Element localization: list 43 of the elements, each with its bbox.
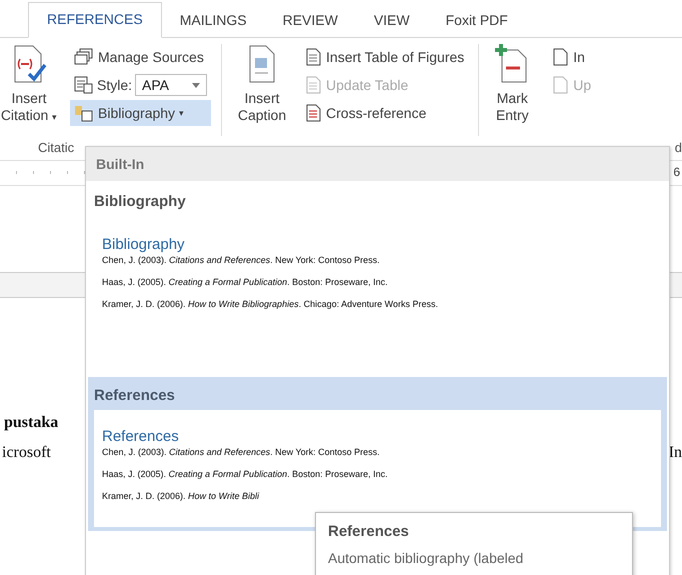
group-label: d: [674, 140, 682, 157]
ribbon-tab[interactable]: REVIEW: [264, 4, 356, 38]
reference-entry: Kramer, J. D. (2006). How to Write Bibli: [102, 491, 260, 503]
insert-caption-button[interactable]: Insert Caption: [230, 44, 294, 140]
insert-citation-button[interactable]: Insert Citation ▾: [0, 44, 64, 140]
style-dropdown[interactable]: APA: [135, 74, 208, 96]
reference-entry: Kramer, J. D. (2006). How to Write Bibliographies. Chicago: Adventure Works Press.: [102, 299, 439, 311]
gallery-item-title: Bibliography: [93, 192, 187, 212]
bibliography-icon: [74, 104, 94, 122]
mark-entry-button[interactable]: Mark Entry: [483, 44, 542, 140]
ribbon-tab[interactable]: VIEW: [356, 4, 428, 38]
reference-entry: Haas, J. (2005). Creating a Formal Publication. Boston: Proseware, Inc.: [102, 277, 389, 289]
menu-header: Built-In: [86, 147, 669, 181]
preview-title: Bibliography: [102, 236, 186, 253]
document-text: icrosoft: [2, 444, 51, 462]
caret-icon: [192, 82, 200, 88]
document-icon: [304, 76, 322, 94]
ribbon-tab[interactable]: MAILINGS: [162, 4, 265, 38]
manage-sources-button[interactable]: Manage Sources: [70, 44, 212, 70]
ribbon-tab[interactable]: REFERENCES: [28, 2, 162, 38]
style-icon: [74, 76, 94, 94]
preview-title: References: [102, 428, 180, 445]
tooltip-text: Automatic bibliography (labeled: [328, 550, 524, 566]
bibliography-button[interactable]: Bibliography ▾: [70, 100, 212, 126]
reference-entry: Chen, J. (2003). Citations and References. New York: Contoso Press.: [102, 447, 381, 459]
documents-icon: [74, 48, 94, 66]
cross-reference-button[interactable]: Cross-reference: [300, 100, 468, 126]
document-icon: [551, 48, 570, 66]
group-label: Citatic: [38, 140, 74, 157]
caption-icon: [247, 44, 278, 84]
reference-entry: Chen, J. (2003). Citations and References. New York: Contoso Press.: [102, 255, 381, 267]
document-text: In: [668, 444, 682, 462]
reference-entry: Haas, J. (2005). Creating a Formal Publication. Boston: Proseware, Inc.: [102, 469, 389, 481]
document-icon: [304, 48, 322, 66]
insert-index-button[interactable]: In: [547, 44, 596, 70]
document-icon: [304, 104, 322, 122]
style-label: Style:: [97, 77, 132, 93]
gallery-item-title: References: [93, 386, 176, 406]
table-of-figures-button[interactable]: Insert Table of Figures: [300, 44, 468, 70]
document-heading: pustaka: [3, 414, 60, 432]
document-icon: [551, 76, 570, 94]
ribbon-tab[interactable]: Foxit PDF: [428, 4, 526, 38]
tooltip-title: References: [328, 523, 410, 540]
